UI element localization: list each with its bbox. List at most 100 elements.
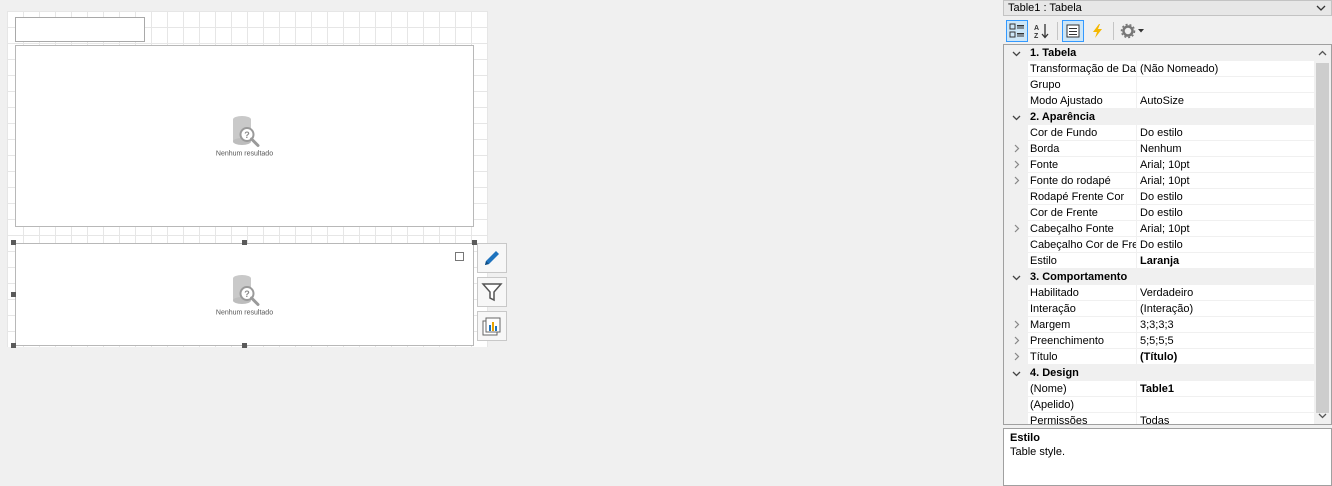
- category-title: 1. Tabela: [1030, 47, 1077, 59]
- property-name: Grupo: [1028, 76, 1137, 93]
- chevron-right-icon: [1014, 336, 1019, 345]
- component-corner-box[interactable]: [455, 252, 464, 261]
- property-name: Borda: [1028, 140, 1137, 157]
- property-row[interactable]: Cabeçalho Cor de FrenteDo estilo: [1004, 236, 1314, 253]
- expand-toggle: [1004, 380, 1028, 397]
- property-name: Cabeçalho Cor de Frente: [1030, 236, 1137, 253]
- category-header[interactable]: 2. Aparência: [1004, 109, 1314, 125]
- svg-text:Z: Z: [1034, 33, 1039, 39]
- property-value[interactable]: 3;3;3;3: [1137, 317, 1314, 333]
- chevron-right-icon: [1014, 144, 1019, 153]
- property-row[interactable]: Grupo: [1004, 76, 1314, 93]
- expand-toggle[interactable]: [1004, 316, 1028, 333]
- resize-handle-top-center[interactable]: [242, 240, 247, 245]
- expand-toggle[interactable]: [1004, 156, 1028, 173]
- property-row[interactable]: Preenchimento 5;5;5;5: [1004, 332, 1314, 349]
- property-value[interactable]: Arial; 10pt: [1137, 173, 1314, 189]
- property-row[interactable]: Cor de Fundo Do estilo: [1004, 124, 1314, 141]
- properties-toolbar: A Z: [1003, 18, 1332, 43]
- expand-toggle[interactable]: [1004, 348, 1028, 365]
- events-button[interactable]: [1087, 20, 1109, 42]
- category-header[interactable]: 3. Comportamento: [1004, 269, 1314, 285]
- property-value[interactable]: (Não Nomeado): [1137, 61, 1314, 77]
- expand-toggle[interactable]: [1004, 332, 1028, 349]
- property-name: Cor de Frente: [1028, 204, 1137, 221]
- properties-view-button[interactable]: [1062, 19, 1084, 42]
- property-row[interactable]: Borda Nenhum: [1004, 140, 1314, 157]
- property-value[interactable]: 5;5;5;5: [1137, 333, 1314, 349]
- chevron-down-icon: [1012, 115, 1020, 120]
- property-row[interactable]: Fonte do rodapé Arial; 10pt: [1004, 172, 1314, 189]
- resize-handle-bottom-left[interactable]: [11, 343, 16, 348]
- property-value[interactable]: AutoSize: [1137, 93, 1314, 109]
- resize-handle-middle-left[interactable]: [11, 292, 16, 297]
- property-grid[interactable]: 1. TabelaTransformação de Dados(Não Nome…: [1003, 44, 1332, 425]
- empty-state-text: Nenhum resultado: [215, 309, 274, 316]
- property-value[interactable]: [1137, 397, 1314, 413]
- property-value[interactable]: Laranja: [1137, 253, 1314, 269]
- expand-toggle[interactable]: [1004, 172, 1028, 189]
- chevron-down-icon: [1012, 51, 1020, 56]
- scroll-down-button[interactable]: [1314, 407, 1331, 424]
- property-row[interactable]: Rodapé Frente Cor Do estilo: [1004, 188, 1314, 205]
- property-row[interactable]: Fonte Arial; 10pt: [1004, 156, 1314, 173]
- chevron-right-icon: [1014, 224, 1019, 233]
- property-value[interactable]: Arial; 10pt: [1137, 157, 1314, 173]
- property-row[interactable]: Permissões Todas: [1004, 412, 1314, 425]
- property-value[interactable]: [1137, 77, 1314, 93]
- scroll-thumb[interactable]: [1316, 63, 1329, 413]
- property-name: (Nome): [1028, 380, 1137, 397]
- property-value[interactable]: Arial; 10pt: [1137, 221, 1314, 237]
- property-value[interactable]: Nenhum: [1137, 141, 1314, 157]
- property-row[interactable]: Modo Ajustado AutoSize: [1004, 92, 1314, 109]
- property-grid-scrollbar[interactable]: [1314, 45, 1331, 424]
- toolbar-separator: [1057, 21, 1058, 40]
- filter-button[interactable]: [477, 277, 507, 307]
- property-value[interactable]: Do estilo: [1137, 125, 1314, 141]
- edit-button[interactable]: [477, 243, 507, 273]
- object-selector[interactable]: Table1 : Tabela: [1003, 0, 1332, 16]
- expand-toggle[interactable]: [1004, 140, 1028, 157]
- property-value[interactable]: Verdadeiro: [1137, 285, 1314, 301]
- property-value[interactable]: Todas: [1137, 413, 1314, 425]
- categorized-button[interactable]: [1006, 19, 1028, 42]
- scroll-up-button[interactable]: [1314, 45, 1331, 62]
- property-value[interactable]: (Interação): [1137, 301, 1314, 317]
- property-row[interactable]: Estilo Laranja: [1004, 252, 1314, 269]
- category-header[interactable]: 1. Tabela: [1004, 45, 1314, 61]
- empty-state-1: ? Nenhum resultado: [16, 115, 473, 158]
- category-title: 2. Aparência: [1030, 111, 1096, 123]
- property-value[interactable]: Do estilo: [1137, 189, 1314, 205]
- property-row[interactable]: Cabeçalho Fonte Arial; 10pt: [1004, 220, 1314, 237]
- property-value[interactable]: Do estilo: [1137, 205, 1314, 221]
- property-row[interactable]: Cor de Frente Do estilo: [1004, 204, 1314, 221]
- property-value[interactable]: (Título): [1137, 349, 1314, 365]
- collapse-toggle[interactable]: [1004, 365, 1028, 381]
- table-component-1[interactable]: ? Nenhum resultado: [15, 45, 474, 227]
- collapse-toggle[interactable]: [1004, 109, 1028, 125]
- property-row[interactable]: Habilitado Verdadeiro: [1004, 284, 1314, 301]
- resize-handle-bottom-center[interactable]: [242, 343, 247, 348]
- property-name: Transformação de Dados: [1030, 60, 1137, 77]
- alphabetical-button[interactable]: A Z: [1031, 20, 1053, 42]
- property-value[interactable]: Table1: [1137, 381, 1314, 397]
- expand-toggle[interactable]: [1004, 220, 1028, 237]
- property-value[interactable]: Do estilo: [1137, 237, 1314, 253]
- property-name: Habilitado: [1028, 284, 1137, 301]
- collapse-toggle[interactable]: [1004, 269, 1028, 285]
- property-row[interactable]: Transformação de Dados(Não Nomeado): [1004, 60, 1314, 77]
- header-text-component[interactable]: [15, 17, 145, 42]
- category-header[interactable]: 4. Design: [1004, 365, 1314, 381]
- property-row[interactable]: (Nome) Table1: [1004, 380, 1314, 397]
- property-row[interactable]: (Apelido): [1004, 396, 1314, 413]
- table-component-2[interactable]: ? Nenhum resultado: [15, 243, 474, 346]
- property-row[interactable]: Título (Título): [1004, 348, 1314, 365]
- expand-toggle: [1004, 60, 1028, 77]
- resize-handle-top-left[interactable]: [11, 240, 16, 245]
- chart-button[interactable]: [477, 311, 507, 341]
- property-row[interactable]: Interação (Interação): [1004, 300, 1314, 317]
- settings-dropdown-button[interactable]: [1118, 20, 1148, 42]
- toolbar-separator: [1113, 21, 1114, 40]
- property-row[interactable]: Margem 3;3;3;3: [1004, 316, 1314, 333]
- collapse-toggle[interactable]: [1004, 45, 1028, 61]
